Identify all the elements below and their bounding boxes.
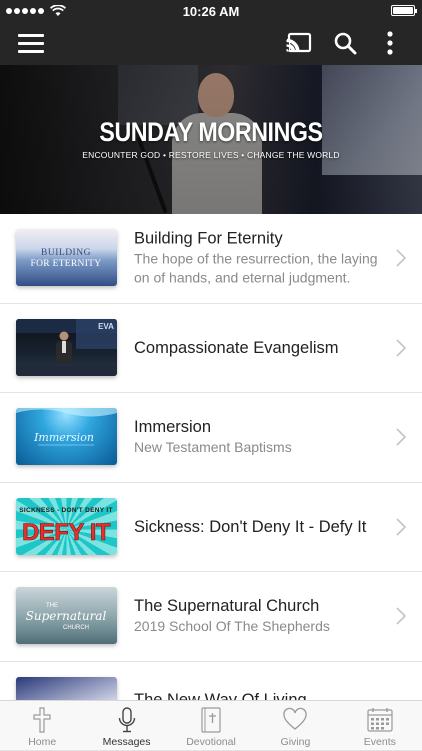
hamburger-menu-icon[interactable] [18,32,44,54]
cast-icon[interactable] [286,32,312,54]
series-subtitle: The hope of the resurrection, the laying… [134,250,382,288]
svg-text:SICKNESS - DON'T DENY IT: SICKNESS - DON'T DENY IT [19,507,113,514]
tab-label: Home [0,736,84,748]
tab-label: Devotional [169,736,253,748]
tab-label: Messages [84,736,168,748]
svg-text:CHURCH: CHURCH [63,625,89,631]
search-icon[interactable] [333,31,357,55]
tab-label: Events [338,736,422,748]
series-list: BUILDING FOR ETERNITY Building For Etern… [0,214,422,751]
chevron-right-icon [396,339,406,357]
tab-devotional[interactable]: Devotional [169,701,253,750]
series-thumbnail: THE Supernatural CHURCH [16,587,117,644]
tab-label: Giving [253,736,337,748]
chevron-right-icon [396,607,406,625]
status-time: 10:26 AM [0,4,422,19]
app-bar [0,22,422,65]
series-title: Immersion [134,417,382,437]
heart-icon [282,707,308,733]
series-title: Sickness: Don't Deny It - Defy It [134,517,382,537]
tab-home[interactable]: Home [0,701,84,750]
svg-text:BUILDING: BUILDING [41,248,91,258]
status-bar: 10:26 AM [0,0,422,22]
series-thumbnail: EVA [16,319,117,376]
series-title: Building For Eternity [134,229,382,249]
svg-text:FOR ETERNITY: FOR ETERNITY [31,259,102,269]
series-thumbnail: BUILDING FOR ETERNITY [16,229,117,286]
series-row[interactable]: Immersion Immersion New Testament Baptis… [0,393,422,483]
microphone-icon [114,707,140,733]
series-thumbnail: Immersion [16,408,117,465]
chevron-right-icon [396,518,406,536]
hero-title: SUNDAY MORNINGS [30,117,393,148]
series-title: Compassionate Evangelism [134,338,382,358]
chevron-right-icon [396,249,406,267]
series-row[interactable]: BUILDING FOR ETERNITY Building For Etern… [0,214,422,304]
chevron-right-icon [396,428,406,446]
series-title: The Supernatural Church [134,596,382,616]
series-row[interactable]: THE Supernatural CHURCH The Supernatural… [0,572,422,662]
calendar-icon [367,707,393,733]
more-vertical-icon[interactable] [380,30,400,56]
series-subtitle: 2019 School Of The Shepherds [134,617,382,636]
series-subtitle: New Testament Baptisms [134,438,382,457]
tab-events[interactable]: Events [338,701,422,750]
svg-text:DEFY IT: DEFY IT [22,519,111,546]
bible-icon [198,707,224,733]
svg-text:Supernatural: Supernatural [26,609,107,623]
cross-icon [29,707,55,733]
series-row[interactable]: SICKNESS - DON'T DENY IT DEFY IT Sicknes… [0,483,422,573]
hero-banner[interactable]: SUNDAY MORNINGS ENCOUNTER GOD • RESTORE … [0,65,422,214]
hero-subtitle: ENCOUNTER GOD • RESTORE LIVES • CHANGE T… [0,150,422,160]
series-row[interactable]: EVA Compassionate Evangelism [0,304,422,394]
svg-text:Immersion: Immersion [33,431,94,444]
svg-text:EVA: EVA [98,322,114,331]
bottom-tab-bar: Home Messages Devotional Giving [0,700,422,750]
tab-giving[interactable]: Giving [253,701,337,750]
tab-messages[interactable]: Messages [84,701,168,750]
battery-icon [391,5,415,16]
series-thumbnail: SICKNESS - DON'T DENY IT DEFY IT [16,498,117,555]
